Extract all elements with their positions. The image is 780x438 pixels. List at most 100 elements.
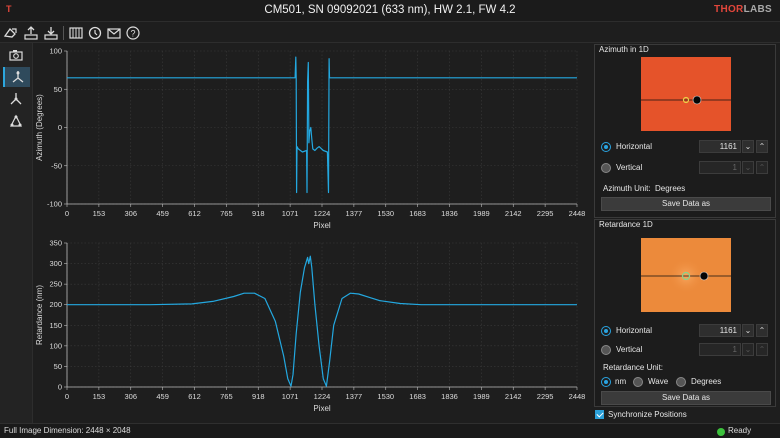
azimuth-plot-icon[interactable] [3, 67, 30, 87]
azimuth-vertical-radio[interactable] [601, 163, 611, 173]
unit-degrees-radio[interactable] [676, 377, 686, 387]
retardance-horizontal-radio[interactable] [601, 326, 611, 336]
x-tick-label: 306 [124, 392, 137, 401]
window-title: CM501, SN 09092021 (633 nm), HW 2.1, FW … [264, 4, 516, 16]
x-tick-label: 1683 [409, 209, 426, 218]
azimuth-vertical-input[interactable]: 1 [699, 161, 741, 174]
x-tick-label: 612 [188, 209, 201, 218]
x-axis-title: Pixel [313, 404, 331, 413]
image-dimension-text: Full Image Dimension: 2448 × 2048 [4, 426, 131, 435]
x-tick-label: 1683 [409, 392, 426, 401]
x-tick-label: 1224 [314, 209, 331, 218]
x-tick-label: 306 [124, 209, 137, 218]
x-tick-label: 1377 [346, 209, 363, 218]
retardance-horizontal-input[interactable]: 1161 [699, 324, 741, 337]
y-tick-label: 0 [58, 123, 62, 132]
retardance-panel-title: Retardance 1D [599, 220, 653, 229]
camera-icon[interactable] [3, 45, 30, 65]
chevron-up-icon[interactable]: ⌃ [756, 161, 768, 174]
x-tick-label: 1989 [473, 209, 490, 218]
x-tick-label: 2448 [569, 209, 586, 218]
retardance-horizontal-label: Horizontal [616, 326, 653, 335]
azimuth-unit-value: Degrees [655, 184, 686, 193]
azimuth-thumbnail-bg [641, 57, 731, 131]
load-icon[interactable] [3, 25, 19, 41]
x-tick-label: 153 [93, 209, 106, 218]
azimuth-horizontal-input[interactable]: 1161 [699, 140, 741, 153]
x-tick-label: 2295 [537, 209, 554, 218]
cursor-handle[interactable] [699, 271, 709, 281]
unit-wave-label: Wave [648, 377, 669, 386]
x-tick-label: 765 [220, 209, 233, 218]
chevron-down-icon[interactable]: ⌄ [742, 140, 754, 153]
grid-icon[interactable] [68, 25, 84, 41]
x-tick-label: 918 [252, 392, 265, 401]
azimuth-chart[interactable]: 0 153 306 459 612 765 918 1071 1224 1377 1530 1683 1… [34, 44, 590, 234]
y-tick-label: 50 [54, 85, 62, 94]
combined-plot-icon[interactable] [3, 111, 30, 131]
retardance-panel: Retardance 1D Horizontal 1161 ⌄ ⌃ Vertic… [594, 219, 776, 407]
unit-nm-radio[interactable] [601, 377, 611, 387]
y-tick-label: -50 [51, 161, 62, 170]
help-icon[interactable]: ? [125, 25, 141, 41]
y-tick-label: -100 [47, 200, 62, 209]
retardance-unit-label: Retardance Unit: [603, 363, 664, 372]
retardance-plot-icon[interactable] [3, 89, 30, 109]
chevron-down-icon[interactable]: ⌄ [742, 324, 754, 337]
y-tick-label: 200 [49, 300, 62, 309]
status-indicator-icon [717, 428, 725, 436]
x-tick-label: 1836 [441, 209, 458, 218]
y-tick-label: 50 [54, 362, 62, 371]
x-tick-label: 612 [188, 392, 201, 401]
app-window: T CM501, SN 09092021 (633 nm), HW 2.1, F… [0, 0, 780, 438]
y-axis-title: Retardance (nm) [35, 285, 44, 345]
retardance-thumbnail[interactable] [641, 238, 731, 312]
x-tick-label: 1071 [282, 392, 299, 401]
unit-wave-radio[interactable] [633, 377, 643, 387]
chevron-down-icon[interactable]: ⌄ [742, 161, 754, 174]
status-text: Ready [728, 426, 752, 435]
retardance-save-button[interactable]: Save Data as [601, 391, 771, 405]
x-tick-label: 0 [65, 209, 69, 218]
reset-icon[interactable] [87, 25, 103, 41]
x-tick-label: 1836 [441, 392, 458, 401]
sync-positions-row: Synchronize Positions [594, 409, 776, 421]
brand-logo: THORLABS [714, 4, 772, 15]
left-navigation [0, 43, 33, 423]
x-tick-label: 459 [156, 392, 169, 401]
import-icon[interactable] [43, 25, 59, 41]
x-tick-label: 2295 [537, 392, 554, 401]
x-tick-label: 1377 [346, 392, 363, 401]
y-tick-label: 100 [49, 47, 62, 56]
chevron-up-icon[interactable]: ⌃ [756, 140, 768, 153]
status-bar: Full Image Dimension: 2448 × 2048 Ready [0, 423, 780, 438]
x-axis-title: Pixel [313, 221, 331, 230]
x-tick-label: 153 [93, 392, 106, 401]
chevron-down-icon[interactable]: ⌄ [742, 343, 754, 356]
mail-icon[interactable] [106, 25, 122, 41]
retardance-vertical-label: Vertical [616, 345, 643, 354]
azimuth-thumbnail[interactable] [641, 57, 731, 131]
svg-text:?: ? [130, 29, 135, 39]
retardance-vertical-radio[interactable] [601, 345, 611, 355]
y-tick-label: 0 [58, 383, 62, 392]
chevron-up-icon[interactable]: ⌃ [756, 343, 768, 356]
azimuth-horizontal-label: Horizontal [616, 142, 653, 151]
azimuth-horizontal-radio[interactable] [601, 142, 611, 152]
retardance-chart[interactable]: 0 153 306 459 612 765 918 1071 1224 1377 1530 1683 1… [34, 234, 590, 423]
x-tick-label: 918 [252, 209, 265, 218]
retardance-vertical-input[interactable]: 1 [699, 343, 741, 356]
y-tick-label: 250 [49, 280, 62, 289]
sync-positions-checkbox[interactable] [595, 410, 604, 419]
chevron-up-icon[interactable]: ⌃ [756, 324, 768, 337]
x-tick-label: 2142 [505, 209, 522, 218]
toolbar-separator [63, 26, 64, 40]
export-icon[interactable] [23, 25, 39, 41]
y-tick-label: 300 [49, 259, 62, 268]
azimuth-save-button[interactable]: Save Data as [601, 197, 771, 211]
cursor-handle[interactable] [692, 95, 702, 105]
x-tick-label: 1224 [314, 392, 331, 401]
x-tick-label: 1530 [377, 209, 394, 218]
x-tick-label: 2448 [569, 392, 586, 401]
x-tick-label: 1989 [473, 392, 490, 401]
